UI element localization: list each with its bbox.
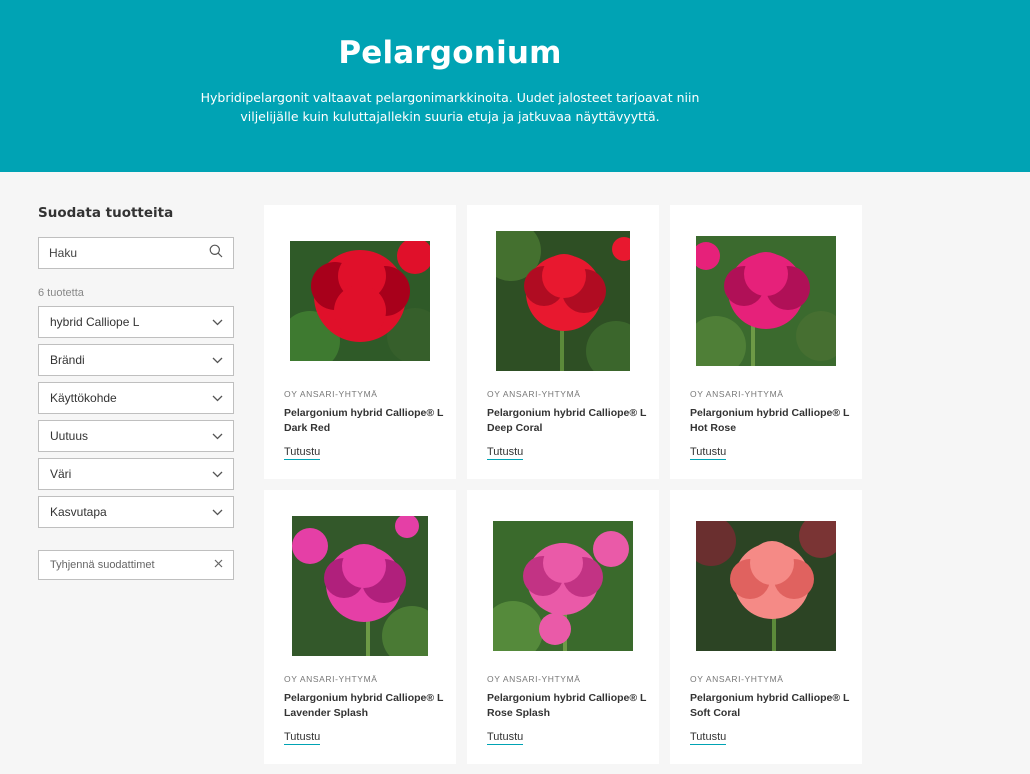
close-icon: [214, 559, 223, 571]
product-name[interactable]: Pelargonium hybrid Calliope® L Dark Red: [284, 406, 444, 436]
filter-dropdown-new[interactable]: Uutuus: [38, 420, 234, 452]
filter-dropdown-label: Brändi: [50, 353, 85, 367]
product-card[interactable]: OY ANSARI-YHTYMÄ Pelargonium hybrid Call…: [264, 490, 456, 764]
product-name[interactable]: Pelargonium hybrid Calliope® L Rose Spla…: [487, 691, 647, 721]
product-name[interactable]: Pelargonium hybrid Calliope® L Hot Rose: [690, 406, 850, 436]
search-box: [38, 237, 234, 269]
flower-photo: [290, 241, 430, 361]
product-card[interactable]: OY ANSARI-YHTYMÄ Pelargonium hybrid Call…: [670, 205, 862, 479]
page-header: Pelargonium Hybridipelargonit valtaavat …: [0, 0, 1030, 172]
filter-dropdown-label: Väri: [50, 467, 72, 481]
product-card[interactable]: OY ANSARI-YHTYMÄ Pelargonium hybrid Call…: [670, 490, 862, 764]
chevron-down-icon: [212, 391, 223, 405]
flower-photo: [696, 236, 836, 366]
search-icon[interactable]: [209, 244, 223, 263]
filter-dropdown-label: Uutuus: [50, 429, 89, 443]
filter-dropdown-use[interactable]: Käyttökohde: [38, 382, 234, 414]
page-title: Pelargonium: [338, 35, 562, 71]
product-brand: OY ANSARI-YHTYMÄ: [284, 389, 378, 399]
product-card[interactable]: OY ANSARI-YHTYMÄ Pelargonium hybrid Call…: [467, 205, 659, 479]
product-link[interactable]: Tutustu: [284, 731, 321, 745]
product-image[interactable]: [290, 241, 430, 361]
clear-filters-button[interactable]: Tyhjennä suodattimet: [38, 550, 234, 580]
flower-photo: [696, 521, 836, 651]
chevron-down-icon: [212, 429, 223, 443]
product-link[interactable]: Tutustu: [487, 446, 524, 460]
product-brand: OY ANSARI-YHTYMÄ: [284, 674, 378, 684]
filter-dropdown-growth[interactable]: Kasvutapa: [38, 496, 234, 528]
flower-photo: [292, 516, 428, 656]
chevron-down-icon: [212, 353, 223, 367]
result-count: 6 tuotetta: [38, 287, 84, 299]
filter-dropdown-brand[interactable]: Brändi: [38, 344, 234, 376]
chevron-down-icon: [212, 467, 223, 481]
product-name[interactable]: Pelargonium hybrid Calliope® L Deep Cora…: [487, 406, 647, 436]
product-image[interactable]: [696, 521, 836, 651]
product-brand: OY ANSARI-YHTYMÄ: [487, 389, 581, 399]
filter-dropdown-label: Kasvutapa: [50, 505, 107, 519]
product-link[interactable]: Tutustu: [690, 446, 727, 460]
product-card[interactable]: OY ANSARI-YHTYMÄ Pelargonium hybrid Call…: [467, 490, 659, 764]
product-link[interactable]: Tutustu: [690, 731, 727, 745]
flower-photo: [493, 521, 633, 651]
product-name[interactable]: Pelargonium hybrid Calliope® L Lavender …: [284, 691, 444, 721]
product-brand: OY ANSARI-YHTYMÄ: [690, 389, 784, 399]
filter-dropdown-label: hybrid Calliope L: [50, 315, 140, 329]
product-brand: OY ANSARI-YHTYMÄ: [690, 674, 784, 684]
product-link[interactable]: Tutustu: [284, 446, 321, 460]
flower-photo: [496, 231, 630, 371]
product-image[interactable]: [696, 236, 836, 366]
product-name[interactable]: Pelargonium hybrid Calliope® L Soft Cora…: [690, 691, 850, 721]
product-image[interactable]: [493, 521, 633, 651]
product-card[interactable]: OY ANSARI-YHTYMÄ Pelargonium hybrid Call…: [264, 205, 456, 479]
filter-dropdown-label: Käyttökohde: [50, 391, 117, 405]
product-brand: OY ANSARI-YHTYMÄ: [487, 674, 581, 684]
page-description: Hybridipelargonit valtaavat pelargonimar…: [200, 90, 700, 124]
chevron-down-icon: [212, 315, 223, 329]
filter-dropdown-variety[interactable]: hybrid Calliope L: [38, 306, 234, 338]
chevron-down-icon: [212, 505, 223, 519]
filter-dropdown-color[interactable]: Väri: [38, 458, 234, 490]
product-link[interactable]: Tutustu: [487, 731, 524, 745]
product-image[interactable]: [496, 231, 630, 371]
product-image[interactable]: [292, 516, 428, 656]
search-input[interactable]: [49, 246, 209, 260]
filter-title: Suodata tuotteita: [38, 205, 174, 221]
filter-sidebar: Suodata tuotteita 6 tuotetta hybrid Call…: [38, 205, 234, 580]
clear-filters-label: Tyhjennä suodattimet: [50, 559, 155, 571]
